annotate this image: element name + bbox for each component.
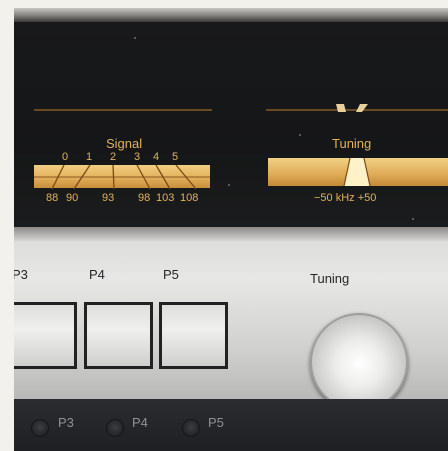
- signal-scale-top: 5: [172, 151, 179, 163]
- indicator-strip: P3 P4 P5: [14, 399, 448, 451]
- top-trim: [14, 8, 448, 22]
- signal-scale-top: 2: [110, 151, 117, 163]
- signal-pointer-rail: [34, 109, 212, 111]
- tuning-knob[interactable]: [310, 313, 408, 411]
- signal-scale-top: 0: [62, 151, 69, 163]
- indicator-led-p3: [31, 419, 49, 437]
- signal-scale-top: 4: [153, 151, 160, 163]
- panel-edge: [14, 227, 448, 241]
- tuning-center-marker: [343, 158, 371, 187]
- signal-scale-bottom: 108: [180, 192, 199, 204]
- signal-scale-bottom: 88: [46, 192, 59, 204]
- signal-scale-top: 1: [86, 151, 93, 163]
- dust-speck: [299, 134, 301, 136]
- preset-label-p5: P5: [163, 267, 179, 282]
- indicator-led-p4: [106, 419, 124, 437]
- preset-button-p4[interactable]: [84, 302, 153, 369]
- signal-scale-bottom: 103: [156, 192, 175, 204]
- dust-speck: [134, 37, 136, 39]
- signal-scale-top: 3: [134, 151, 141, 163]
- dust-speck: [412, 218, 414, 220]
- preset-label-p4: P4: [89, 267, 105, 282]
- signal-scale-ticks: [51, 164, 197, 190]
- signal-scale-bottom: 98: [138, 192, 151, 204]
- tuning-scale-label: −50 kHz +50: [314, 192, 377, 204]
- indicator-led-p5: [182, 419, 200, 437]
- preset-label-p3: P3: [14, 267, 28, 282]
- dust-speck: [228, 184, 230, 186]
- receiver-photo: Signal 0 1 2 3 4 5 88 90 93 98 103 108 T…: [14, 8, 448, 451]
- signal-scale-bottom: 90: [66, 192, 79, 204]
- indicator-label-p4: P4: [132, 415, 148, 430]
- display-window: Signal 0 1 2 3 4 5 88 90 93 98 103 108 T…: [14, 22, 448, 227]
- tuning-knob-label: Tuning: [310, 271, 350, 286]
- tuning-pointer: [336, 104, 368, 112]
- tuning-meter-title: Tuning: [332, 136, 372, 151]
- indicator-label-p3: P3: [58, 415, 74, 430]
- front-panel: P3 P4 P5 Tuning: [14, 227, 448, 411]
- signal-scale-bottom: 93: [102, 192, 115, 204]
- signal-meter-title: Signal: [106, 136, 143, 151]
- preset-button-p5[interactable]: [159, 302, 228, 369]
- indicator-label-p5: P5: [208, 415, 224, 430]
- preset-button-p3[interactable]: [14, 302, 77, 369]
